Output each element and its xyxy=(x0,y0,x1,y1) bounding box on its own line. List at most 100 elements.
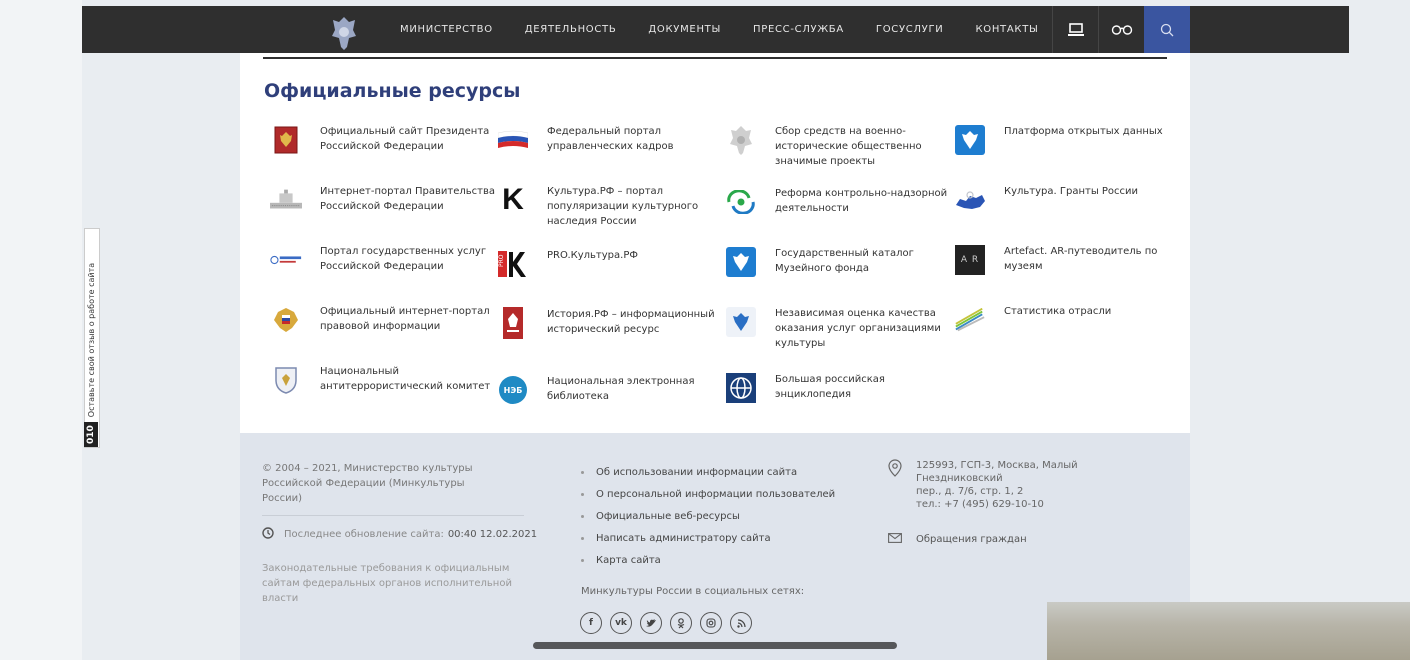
resource-museum-catalog[interactable]: Государственный каталог Музейного фонда xyxy=(725,246,950,278)
twitter-icon[interactable] xyxy=(640,612,662,634)
resource-gosuslugi[interactable]: Портал государственных услуг Российской … xyxy=(270,244,495,276)
ar-badge: A R xyxy=(955,245,985,275)
last-update: Последнее обновление сайта: 00:40 12.02.… xyxy=(262,527,537,542)
resource-label: Культура. Гранты России xyxy=(1004,186,1139,197)
clock-icon xyxy=(262,527,274,542)
resource-label: Реформа контрольно-надзорной деятельност… xyxy=(775,188,948,214)
resource-kadry[interactable]: Федеральный портал управленческих кадров xyxy=(497,124,722,156)
resource-label: Портал государственных услуг Российской … xyxy=(320,246,487,272)
horizontal-scrollbar[interactable] xyxy=(533,642,897,649)
nav-contacts[interactable]: КОНТАКТЫ xyxy=(975,24,1038,35)
last-update-value: 00:40 12.02.2021 xyxy=(447,529,538,540)
footer-divider xyxy=(262,515,524,516)
ar-logo-icon: A R xyxy=(954,244,986,276)
history-logo-icon xyxy=(497,307,529,339)
legal-emblem-icon xyxy=(270,304,302,336)
resource-label: Культура.РФ – портал популяризации культ… xyxy=(547,186,699,227)
resource-label: Artefact. AR-путеводитель по музеям xyxy=(1004,246,1158,272)
svg-text:PRO: PRO xyxy=(498,254,505,267)
location-pin-icon xyxy=(888,459,902,511)
top-navigation-bar: МИНИСТЕРСТВО ДЕЯТЕЛЬНОСТЬ ДОКУМЕНТЫ ПРЕС… xyxy=(82,6,1349,53)
resource-label: История.РФ – информационный исторический… xyxy=(547,309,715,335)
resource-label: Федеральный портал управленческих кадров xyxy=(547,126,674,152)
resource-bre[interactable]: Большая российская энциклопедия xyxy=(725,372,950,404)
odnoklassniki-icon[interactable] xyxy=(670,612,692,634)
footer-link-personal[interactable]: О персональной информации пользователей xyxy=(581,483,835,505)
page-left-gutter xyxy=(0,0,82,660)
resource-nak[interactable]: Национальный антитеррористический комите… xyxy=(270,364,495,396)
resource-artefact[interactable]: A R Artefact. AR-путеводитель по музеям xyxy=(954,244,1179,276)
resource-label: Платформа открытых данных xyxy=(1004,126,1163,137)
resource-istoriya[interactable]: История.РФ – информационный исторический… xyxy=(497,307,722,339)
nav-activity[interactable]: ДЕЯТЕЛЬНОСТЬ xyxy=(525,24,617,35)
page-title: Официальные ресурсы xyxy=(264,80,521,102)
instagram-icon[interactable] xyxy=(700,612,722,634)
main-nav: МИНИСТЕРСТВО ДЕЯТЕЛЬНОСТЬ ДОКУМЕНТЫ ПРЕС… xyxy=(400,6,1071,53)
footer-copyright: © 2004 – 2021, Министерство культуры Рос… xyxy=(262,463,473,504)
russian-flag-icon xyxy=(497,124,529,156)
resource-statistics[interactable]: Статистика отрасли xyxy=(954,304,1179,336)
feedback-tab[interactable]: 010 Оставьте свой отзыв о работе сайта xyxy=(84,228,100,448)
nav-documents[interactable]: ДОКУМЕНТЫ xyxy=(648,24,721,35)
appeals-link[interactable]: Обращения граждан xyxy=(888,533,1027,546)
resource-open-data[interactable]: Платформа открытых данных xyxy=(954,124,1179,156)
resource-president[interactable]: Официальный сайт Президента Российской Ф… xyxy=(270,124,495,156)
footer-links: Об использовании информации сайта О перс… xyxy=(581,461,835,571)
resource-neb[interactable]: НЭБ Национальная электронная библиотека xyxy=(497,374,722,406)
eagle-shield-icon xyxy=(725,246,757,278)
resource-label: Независимая оценка качества оказания усл… xyxy=(775,308,941,349)
social-links: f vk xyxy=(580,612,752,634)
reform-arrows-icon xyxy=(725,186,757,218)
encyclopedia-logo-icon xyxy=(725,372,757,404)
resource-quality[interactable]: Независимая оценка качества оказания усл… xyxy=(725,306,950,351)
divider xyxy=(263,57,1167,59)
pro-kultura-icon: PRO xyxy=(497,248,529,280)
resource-label: Национальная электронная библиотека xyxy=(547,376,695,402)
footer-address: 125993, ГСП-3, Москва, Малый Гнездниковс… xyxy=(888,459,1156,511)
russia-map-icon xyxy=(954,184,986,216)
eagle-shield-icon xyxy=(954,124,986,156)
feedback-label: Оставьте свой отзыв о работе сайта xyxy=(86,262,96,418)
gosuslugi-logo-icon xyxy=(270,244,302,276)
resource-pro-kultura[interactable]: PRO PRO.Культура.РФ xyxy=(497,248,722,280)
resource-label: Интернет-портал Правительства Российской… xyxy=(320,186,495,212)
background-photo xyxy=(1047,602,1410,660)
nav-gosuslugi[interactable]: ГОСУСЛУГИ xyxy=(876,24,944,35)
resource-label: Государственный каталог Музейного фонда xyxy=(775,248,914,274)
rss-icon[interactable] xyxy=(730,612,752,634)
footer-link-admin[interactable]: Написать администратору сайта xyxy=(581,527,835,549)
laptop-icon[interactable] xyxy=(1052,6,1099,53)
eagle-shield-icon xyxy=(725,306,757,338)
resource-label: Официальный интернет-портал правовой инф… xyxy=(320,306,490,332)
legal-requirements-link[interactable]: Законодательные требования к официальным… xyxy=(262,561,532,606)
address-text: 125993, ГСП-3, Москва, Малый Гнездниковс… xyxy=(916,460,1078,510)
last-update-label: Последнее обновление сайта: xyxy=(284,529,444,540)
search-icon[interactable] xyxy=(1144,6,1190,53)
footer-link-usage[interactable]: Об использовании информации сайта xyxy=(581,461,835,483)
resource-label: Статистика отрасли xyxy=(1004,306,1112,317)
neb-badge: НЭБ xyxy=(499,376,527,404)
glasses-icon[interactable] xyxy=(1098,6,1145,53)
footer-link-sitemap[interactable]: Карта сайта xyxy=(581,549,835,571)
resource-label: Сбор средств на военно-исторические обще… xyxy=(775,126,922,167)
government-building-icon xyxy=(270,184,302,216)
resource-label: Официальный сайт Президента Российской Ф… xyxy=(320,126,490,152)
resource-military-fund[interactable]: Сбор средств на военно-исторические обще… xyxy=(725,124,950,169)
president-emblem-icon xyxy=(270,124,302,156)
neb-logo-icon: НЭБ xyxy=(497,374,529,406)
resource-reform[interactable]: Реформа контрольно-надзорной деятельност… xyxy=(725,186,950,218)
resource-label: Национальный антитеррористический комите… xyxy=(320,366,491,392)
resource-government[interactable]: Интернет-портал Правительства Российской… xyxy=(270,184,495,216)
nav-press[interactable]: ПРЕСС-СЛУЖБА xyxy=(753,24,844,35)
resource-label: PRO.Культура.РФ xyxy=(547,250,638,261)
military-emblem-icon xyxy=(725,124,757,156)
facebook-icon[interactable]: f xyxy=(580,612,602,634)
vk-icon[interactable]: vk xyxy=(610,612,632,634)
nav-ministry[interactable]: МИНИСТЕРСТВО xyxy=(400,24,493,35)
resource-grants[interactable]: Культура. Гранты России xyxy=(954,184,1179,216)
resource-kultura[interactable]: K Культура.РФ – портал популяризации кул… xyxy=(497,183,722,229)
resource-legal[interactable]: Официальный интернет-портал правовой инф… xyxy=(270,304,495,336)
envelope-icon xyxy=(888,533,902,546)
footer-link-web-resources[interactable]: Официальные веб-ресурсы xyxy=(581,505,835,527)
ministry-emblem-logo[interactable] xyxy=(329,14,359,52)
